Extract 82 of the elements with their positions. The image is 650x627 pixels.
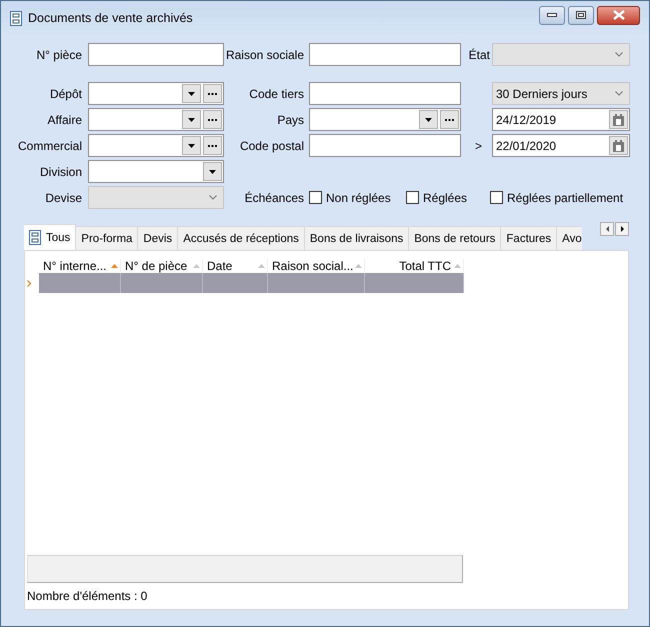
tab[interactable]: Accusés de réceptions xyxy=(177,226,305,250)
dropdown-button[interactable] xyxy=(182,84,201,103)
field-value: 30 Derniers jours xyxy=(496,86,588,100)
calendar-button[interactable] xyxy=(609,136,628,155)
field-value: 22/01/2020 xyxy=(496,138,558,152)
close-button[interactable] xyxy=(597,6,640,24)
text-field[interactable] xyxy=(309,43,461,66)
checkbox-label: Non réglées xyxy=(326,190,391,204)
sort-arrow-icon xyxy=(258,264,265,268)
text-field[interactable] xyxy=(309,134,461,157)
date-field[interactable]: 22/01/2020 xyxy=(492,134,630,157)
dropdown-button[interactable] xyxy=(182,136,201,155)
tab[interactable]: Devis xyxy=(137,226,178,250)
field-label: Code tiers xyxy=(249,86,305,100)
field-label: Pays xyxy=(277,112,305,126)
left-arrow-icon xyxy=(606,226,608,232)
dropdown-button[interactable] xyxy=(182,110,201,129)
tab[interactable]: Bons de retours xyxy=(408,226,502,250)
scroll-right-button[interactable] xyxy=(615,222,629,236)
dropdown-arrow-icon xyxy=(209,170,216,174)
calendar-icon xyxy=(613,114,624,126)
text-field[interactable] xyxy=(88,43,224,66)
dropdown-arrow-icon xyxy=(188,118,195,122)
browse-button[interactable] xyxy=(203,136,222,155)
lookup-field[interactable] xyxy=(309,108,461,131)
sort-arrow-icon xyxy=(193,264,200,268)
tab[interactable]: Tous xyxy=(24,224,76,250)
checkbox[interactable] xyxy=(309,191,322,204)
maximize-button[interactable] xyxy=(568,6,594,24)
minimize-icon xyxy=(547,13,557,17)
chevron-down-icon xyxy=(615,91,623,96)
field-value: 24/12/2019 xyxy=(496,112,558,126)
chevron-down-icon xyxy=(615,52,623,57)
checkbox-label: Réglées xyxy=(423,190,468,204)
app-icon xyxy=(10,10,22,26)
field-label: Dépôt xyxy=(50,86,83,100)
field-label: État xyxy=(468,48,491,62)
dropdown-button[interactable] xyxy=(419,110,438,129)
status-text: Nombre d'éléments : 0 xyxy=(27,589,148,603)
calendar-icon xyxy=(613,140,624,152)
list-icon xyxy=(29,230,41,245)
sort-arrow-icon xyxy=(111,264,118,268)
tab[interactable]: Pro-forma xyxy=(75,226,138,250)
dropdown-field[interactable] xyxy=(88,160,224,183)
checkbox-label: Réglées partiellement xyxy=(507,190,624,204)
text-field[interactable] xyxy=(309,82,461,105)
chevron-down-icon xyxy=(209,195,217,200)
field-label: Devise xyxy=(45,190,83,204)
right-arrow-icon xyxy=(620,226,624,232)
field-label: > xyxy=(474,138,483,152)
dropdown-arrow-icon xyxy=(188,144,195,148)
minimize-button[interactable] xyxy=(539,6,565,24)
tab[interactable]: Bons de livraisons xyxy=(304,226,410,250)
field-label: Division xyxy=(40,164,83,178)
sort-arrow-icon xyxy=(454,264,461,268)
dropdown-arrow-icon xyxy=(188,92,195,96)
browse-button[interactable] xyxy=(203,84,222,103)
lookup-field[interactable] xyxy=(88,82,224,105)
field-label: Échéances xyxy=(244,190,305,204)
tab[interactable]: Avo xyxy=(556,226,582,250)
field-label: N° pièce xyxy=(36,48,83,62)
close-icon xyxy=(612,10,624,20)
window-title: Documents de vente archivés xyxy=(28,11,194,25)
maximize-icon xyxy=(576,11,586,19)
field-label: Affaire xyxy=(48,112,83,126)
sort-arrow-icon xyxy=(355,264,362,268)
checkbox[interactable] xyxy=(406,191,419,204)
field-label: Raison sociale xyxy=(226,48,305,62)
field-label: Code postal xyxy=(240,138,305,152)
lookup-field[interactable] xyxy=(88,134,224,157)
scroll-left-button[interactable] xyxy=(600,222,614,236)
browse-button[interactable] xyxy=(203,110,222,129)
lookup-field[interactable] xyxy=(88,108,224,131)
dropdown-button[interactable] xyxy=(203,162,222,181)
tab[interactable]: Factures xyxy=(500,226,558,250)
browse-button[interactable] xyxy=(440,110,459,129)
field-label: Commercial xyxy=(18,138,83,152)
table-cell xyxy=(203,273,268,293)
date-field[interactable]: 24/12/2019 xyxy=(492,108,630,131)
dropdown-arrow-icon xyxy=(425,118,432,122)
calendar-button[interactable] xyxy=(609,110,628,129)
checkbox[interactable] xyxy=(490,191,503,204)
